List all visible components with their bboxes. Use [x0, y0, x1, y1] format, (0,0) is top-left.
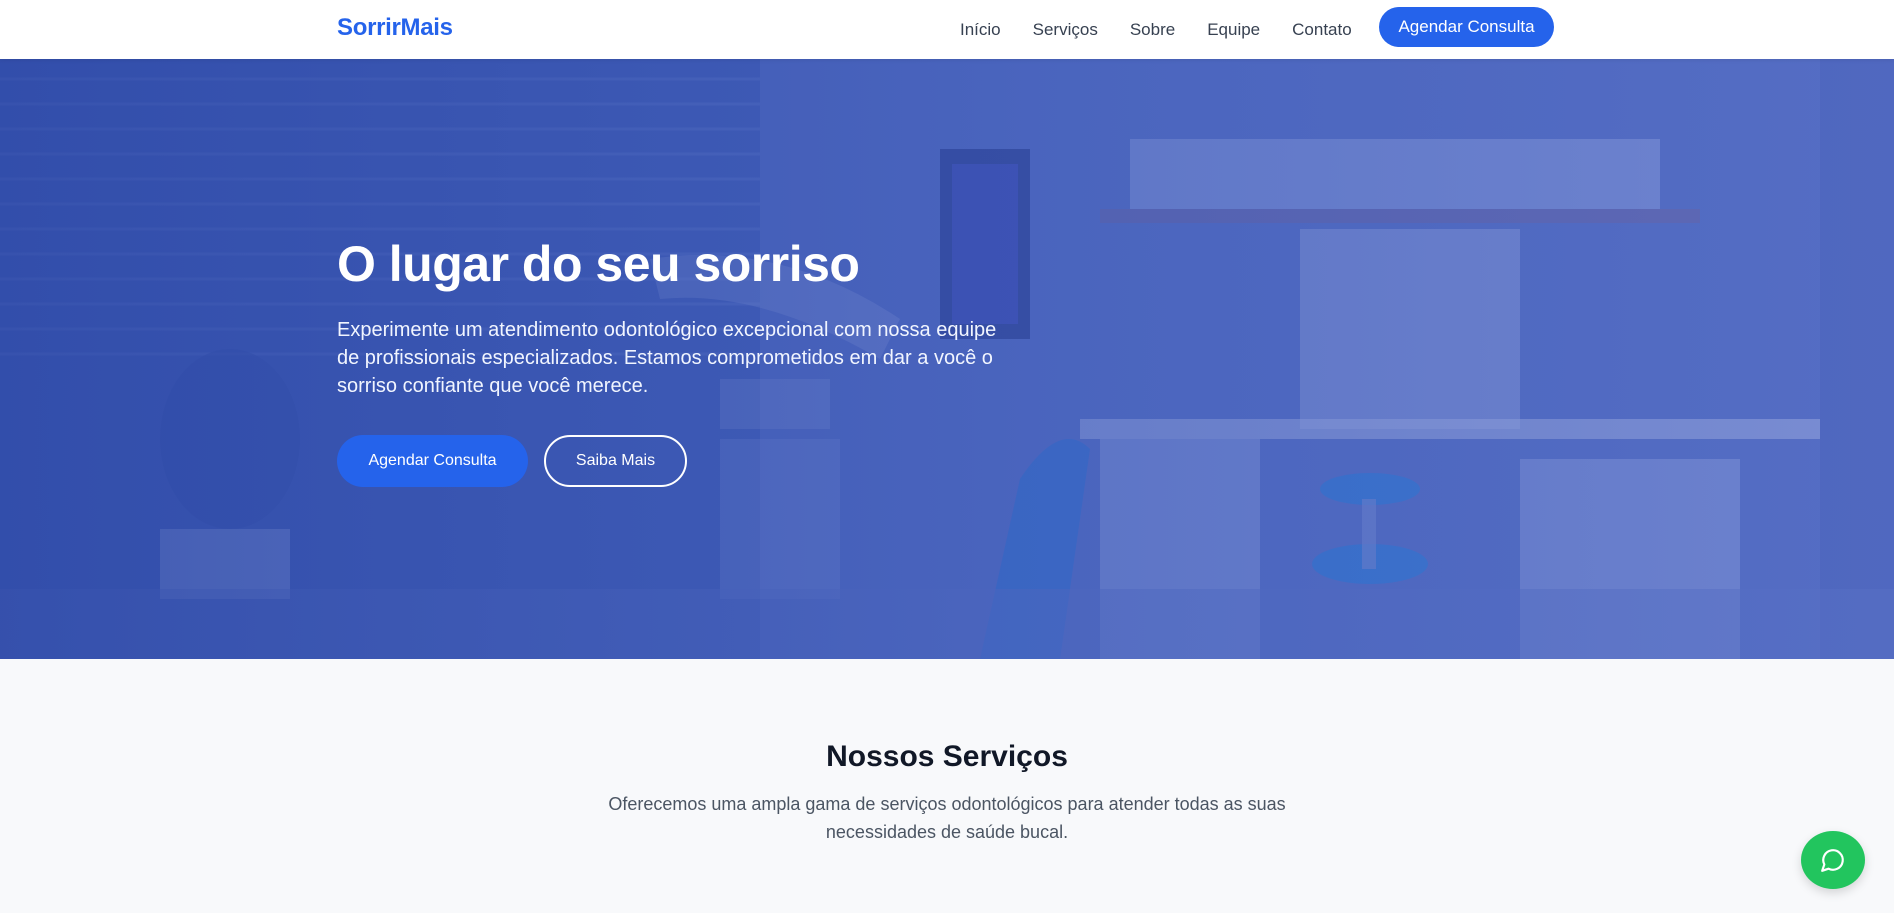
- nav-inicio[interactable]: Início: [960, 20, 1001, 40]
- hero-section: O lugar do seu sorriso Experimente um at…: [0, 59, 1894, 659]
- services-section: Nossos Serviços Oferecemos uma ampla gam…: [0, 659, 1894, 913]
- main-nav: Início Serviços Sobre Equipe Contato: [960, 0, 1384, 59]
- hero-buttons: Agendar Consulta Saiba Mais: [337, 435, 1017, 487]
- hero-title: O lugar do seu sorriso: [337, 236, 860, 292]
- nav-sobre[interactable]: Sobre: [1130, 20, 1175, 40]
- message-circle-icon: [1821, 849, 1844, 872]
- site-header: SorrirMais Início Serviços Sobre Equipe …: [0, 0, 1894, 59]
- hero-description: Experimente um atendimento odontológico …: [337, 319, 997, 397]
- services-title: Nossos Serviços: [826, 740, 1068, 773]
- nav-servicos[interactable]: Serviços: [1033, 20, 1098, 40]
- nav-contato[interactable]: Contato: [1292, 20, 1352, 40]
- hero-content: O lugar do seu sorriso Experimente um at…: [337, 237, 1017, 487]
- hero-schedule-button[interactable]: Agendar Consulta: [337, 435, 528, 487]
- hero-learn-more-button[interactable]: Saiba Mais: [544, 435, 687, 487]
- logo[interactable]: SorrirMais: [337, 14, 453, 42]
- nav-equipe[interactable]: Equipe: [1207, 20, 1260, 40]
- chat-button[interactable]: [1801, 831, 1865, 889]
- header-schedule-button[interactable]: Agendar Consulta: [1379, 7, 1554, 47]
- services-description: Oferecemos uma ampla gama de serviços od…: [608, 794, 1286, 842]
